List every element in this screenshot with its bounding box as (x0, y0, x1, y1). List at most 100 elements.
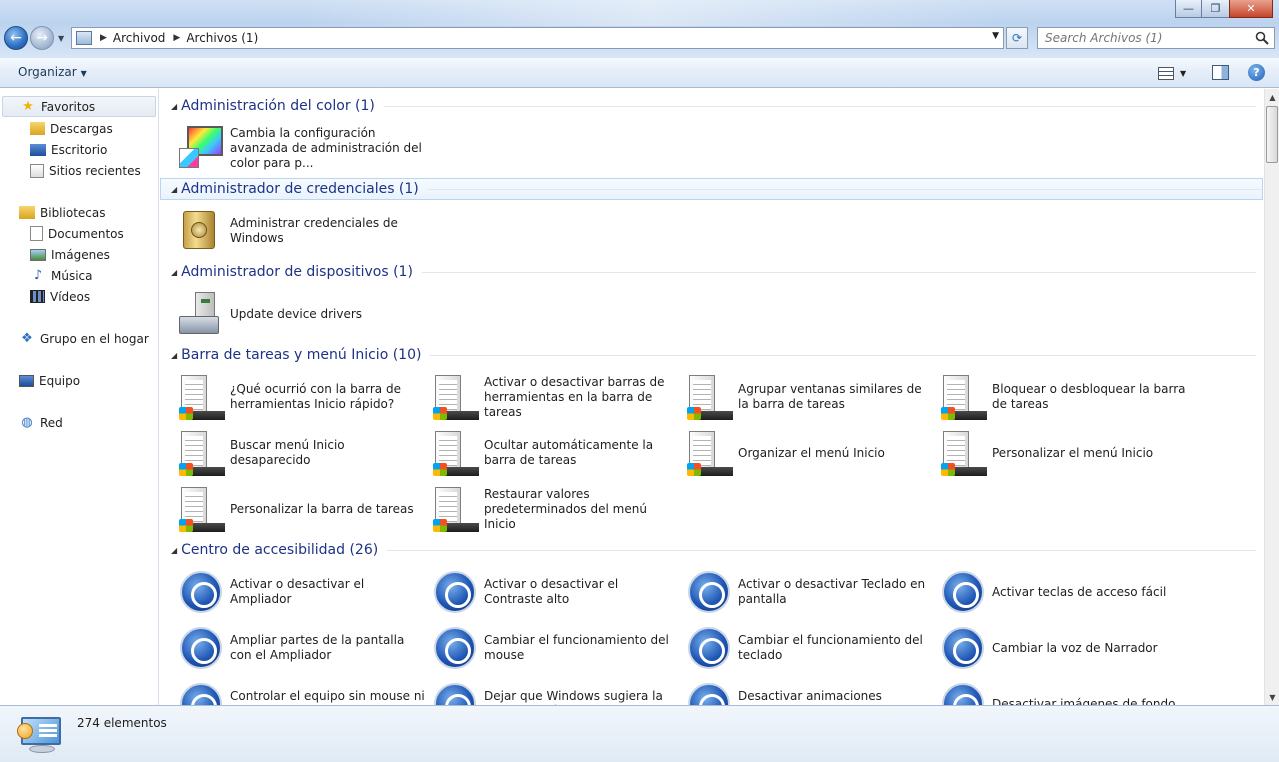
device-manager-icon (177, 290, 225, 338)
taskbar-icon (685, 373, 733, 421)
item-label: Update device drivers (230, 306, 363, 321)
network-icon: ◍ (21, 415, 33, 430)
list-item[interactable]: Activar o desactivar Teclado en pantalla (685, 566, 935, 618)
nav-equipo[interactable]: Equipo (19, 370, 80, 391)
nav-documentos[interactable]: Documentos (30, 223, 124, 244)
nav-imagenes[interactable]: Imágenes (30, 244, 110, 265)
breadcrumb-chevron-icon[interactable]: ▶ (100, 33, 107, 43)
list-item[interactable]: Controlar el equipo sin mouse ni teclado (177, 678, 427, 705)
list-item[interactable]: Agrupar ventanas similares de la barra d… (685, 371, 935, 423)
item-label: Desactivar imágenes de fondo (992, 696, 1176, 706)
address-bar[interactable]: ▶ Archivod ▶ Archivos (1) ▼ (71, 27, 1004, 49)
nav-label: Vídeos (50, 289, 91, 304)
item-label: Ocultar automáticamente la barra de tare… (484, 438, 654, 467)
accessibility-icon (939, 680, 987, 705)
list-item[interactable]: Activar o desactivar el Ampliador (177, 566, 427, 618)
nav-descargas[interactable]: Descargas (30, 118, 113, 139)
nav-grupo-hogar[interactable]: ❖ Grupo en el hogar (19, 328, 149, 349)
group-header-color[interactable]: ◢ Administración del color (1) (168, 95, 1256, 117)
item-label: Activar o desactivar Teclado en pantalla (738, 577, 926, 606)
collapse-triangle-icon[interactable]: ◢ (171, 102, 177, 111)
list-item[interactable]: Desactivar animaciones innecesarias (685, 678, 935, 705)
vertical-scrollbar[interactable]: ▲ ▼ (1264, 89, 1279, 705)
taskbar-icon (431, 373, 479, 421)
group-header-credentials[interactable]: ◢ Administrador de credenciales (1) (160, 178, 1263, 200)
list-item[interactable]: Personalizar el menú Inicio (939, 427, 1189, 479)
minimize-button[interactable]: — (1175, 0, 1202, 18)
list-item[interactable]: Dejar que Windows sugiera la configuraci… (431, 678, 681, 705)
list-item[interactable]: Administrar credenciales de Windows (177, 205, 427, 257)
nav-label: Descargas (50, 121, 113, 136)
scroll-thumb[interactable] (1266, 106, 1278, 163)
list-item[interactable]: Personalizar la barra de tareas (177, 483, 427, 535)
list-item[interactable]: Ampliar partes de la pantalla con el Amp… (177, 622, 427, 674)
window-controls: — ❐ ✕ (1175, 0, 1273, 18)
documents-icon (30, 226, 43, 241)
list-item[interactable]: Cambiar la voz de Narrador (939, 622, 1189, 674)
collapse-triangle-icon[interactable]: ◢ (171, 185, 177, 194)
item-label: Controlar el equipo sin mouse ni teclado (230, 689, 425, 705)
nav-sitios-recientes[interactable]: Sitios recientes (30, 160, 141, 181)
view-details-icon (1158, 66, 1174, 80)
list-item[interactable]: ¿Qué ocurrió con la barra de herramienta… (177, 371, 427, 423)
breadcrumb-archivos[interactable]: Archivos (1) (186, 31, 258, 45)
refresh-button[interactable]: ⟳ (1006, 27, 1028, 49)
content-pane: ◢ Administración del color (1) Cambia la… (160, 89, 1264, 705)
details-pane: 274 elementos (0, 705, 1279, 762)
nav-label: Música (51, 268, 93, 283)
help-button[interactable]: ? (1248, 64, 1265, 81)
back-button[interactable]: ← (4, 26, 28, 50)
search-icon[interactable] (1255, 31, 1269, 45)
address-dropdown-icon[interactable]: ▼ (992, 31, 999, 41)
group-header-accessibility[interactable]: ◢ Centro de accesibilidad (26) (168, 539, 1256, 561)
list-item[interactable]: Activar o desactivar el Contraste alto (431, 566, 681, 618)
breadcrumb-chevron-icon[interactable]: ▶ (173, 33, 180, 43)
list-item[interactable]: Activar teclas de acceso fácil (939, 566, 1189, 618)
list-item[interactable]: Cambiar el funcionamiento del mouse (431, 622, 681, 674)
credential-safe-icon (177, 207, 225, 255)
group-header-devices[interactable]: ◢ Administrador de dispositivos (1) (168, 261, 1256, 283)
collapse-triangle-icon[interactable]: ◢ (171, 546, 177, 555)
list-item[interactable]: Desactivar imágenes de fondo (939, 678, 1189, 705)
list-item[interactable]: Bloquear o desbloquear la barra de tarea… (939, 371, 1189, 423)
nav-favorites[interactable]: ★ Favoritos (2, 96, 156, 117)
nav-musica[interactable]: ♪ Música (30, 265, 93, 286)
preview-pane-button[interactable] (1212, 65, 1229, 80)
nav-videos[interactable]: Vídeos (30, 286, 90, 307)
list-item[interactable]: Organizar el menú Inicio (685, 427, 935, 479)
nav-escritorio[interactable]: Escritorio (30, 139, 107, 160)
list-item[interactable]: Ocultar automáticamente la barra de tare… (431, 427, 681, 479)
list-item[interactable]: Restaurar valores predeterminados del me… (431, 483, 681, 535)
item-label: Administrar credenciales de Windows (230, 216, 398, 245)
maximize-button[interactable]: ❐ (1202, 0, 1229, 18)
forward-button[interactable]: → (30, 26, 54, 50)
close-button[interactable]: ✕ (1229, 0, 1273, 18)
command-bar: Organizar ▼ ▼ ? (0, 58, 1279, 88)
breadcrumb-archivod[interactable]: Archivod (113, 31, 165, 45)
recent-pages-dropdown[interactable]: ▼ (58, 34, 64, 43)
scroll-down-icon[interactable]: ▼ (1265, 689, 1279, 705)
control-panel-icon (17, 717, 63, 757)
accessibility-icon (939, 568, 987, 616)
nav-red[interactable]: ◍ Red (19, 412, 62, 433)
item-label: Agrupar ventanas similares de la barra d… (738, 382, 922, 411)
search-box[interactable] (1037, 27, 1275, 49)
item-label: Cambiar el funcionamiento del teclado (738, 633, 923, 662)
list-item[interactable]: Buscar menú Inicio desaparecido (177, 427, 427, 479)
collapse-triangle-icon[interactable]: ◢ (171, 268, 177, 277)
group-header-taskbar[interactable]: ◢ Barra de tareas y menú Inicio (10) (168, 344, 1256, 366)
list-item[interactable]: Update device drivers (177, 288, 427, 340)
list-item[interactable]: Cambia la configuración avanzada de admi… (177, 122, 427, 174)
navigation-pane: ★ Favoritos Descargas Escritorio Sitios … (0, 89, 159, 705)
list-item[interactable]: Activar o desactivar barras de herramien… (431, 371, 681, 423)
collapse-triangle-icon[interactable]: ◢ (171, 351, 177, 360)
nav-label: Documentos (48, 226, 124, 241)
organize-menu-button[interactable]: Organizar ▼ (18, 65, 87, 79)
accessibility-icon (685, 680, 733, 705)
list-item[interactable]: Cambiar el funcionamiento del teclado (685, 622, 935, 674)
scroll-up-icon[interactable]: ▲ (1265, 89, 1279, 105)
nav-bibliotecas[interactable]: Bibliotecas (19, 202, 105, 223)
search-input[interactable] (1045, 31, 1257, 45)
group-divider (430, 354, 1256, 356)
change-view-button[interactable]: ▼ (1158, 65, 1192, 81)
